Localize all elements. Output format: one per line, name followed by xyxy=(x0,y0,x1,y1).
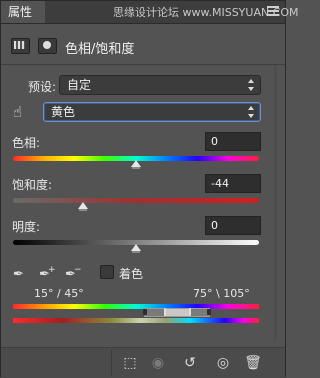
preset-label: 预设: xyxy=(28,80,57,94)
adjustment-header: 色相/饱和度 xyxy=(1,24,285,65)
saturation-slider-track[interactable] xyxy=(13,198,259,203)
hue-saturation-icon[interactable] xyxy=(11,38,30,54)
targeted-adjust-hand-icon[interactable]: ☝ xyxy=(13,102,33,122)
tab-properties[interactable]: 属性 xyxy=(1,1,45,23)
select-arrows-icon xyxy=(248,106,255,118)
adjustment-title: 色相/饱和度 xyxy=(65,42,135,57)
reset-icon[interactable]: ↺ xyxy=(181,354,199,372)
eyedropper-subtract-icon[interactable]: ✒ − xyxy=(65,265,82,283)
saturation-label: 饱和度: xyxy=(12,178,53,192)
lightness-input[interactable]: 0 xyxy=(205,216,261,235)
range-tick-right[interactable] xyxy=(189,308,191,316)
lightness-label: 明度: xyxy=(12,220,41,234)
range-handle-left[interactable] xyxy=(143,309,147,315)
lightness-slider-thumb[interactable] xyxy=(131,244,141,253)
eye-icon[interactable]: ◎ xyxy=(214,354,232,372)
trash-icon[interactable]: 🗑 xyxy=(244,354,262,372)
colorize-label: 着色 xyxy=(119,267,144,281)
color-range-slider[interactable] xyxy=(144,308,210,317)
input-color-bar xyxy=(13,304,259,309)
eyedropper-icon[interactable]: ✒ xyxy=(13,267,27,283)
footer-divider xyxy=(111,350,112,376)
saturation-slider-thumb[interactable] xyxy=(78,202,88,211)
hue-slider-thumb[interactable] xyxy=(131,160,141,169)
view-previous-state-icon[interactable]: ◉ xyxy=(149,354,167,372)
range-left-label: 15° / 45° xyxy=(34,287,84,300)
range-right-label: 75° \ 105° xyxy=(193,287,250,300)
hue-label: 色相: xyxy=(12,136,41,150)
hue-input[interactable]: 0 xyxy=(205,132,261,151)
preset-value: 自定 xyxy=(67,78,92,92)
range-handle-right[interactable] xyxy=(207,309,211,315)
panel-titlebar: 属性 思缘设计论坛 www.MISSYUAN.COM xyxy=(1,1,299,24)
properties-panel: 属性 思缘设计论坛 www.MISSYUAN.COM 色相/饱和度 预设: 自定… xyxy=(0,0,299,378)
eyedropper-add-icon[interactable]: ✒ + xyxy=(39,265,56,283)
channel-value: 黄色 xyxy=(51,105,76,119)
color-range-center[interactable] xyxy=(164,309,190,316)
select-arrows-icon xyxy=(248,79,255,91)
clip-to-layer-icon[interactable]: ⬚ xyxy=(121,354,139,372)
colorize-checkbox[interactable] xyxy=(100,265,114,279)
panel-footer: ⬚ ◉ ↺ ◎ 🗑 xyxy=(1,347,285,378)
output-color-bar xyxy=(13,318,259,323)
channel-select[interactable]: 黄色 xyxy=(43,102,261,122)
range-tick-left[interactable] xyxy=(164,308,166,316)
preset-select[interactable]: 自定 xyxy=(59,75,261,95)
scrollbar-track[interactable] xyxy=(274,65,277,341)
panel-menu-icon[interactable] xyxy=(267,6,279,18)
mask-icon[interactable] xyxy=(38,38,57,54)
saturation-input[interactable]: -44 xyxy=(205,174,261,193)
